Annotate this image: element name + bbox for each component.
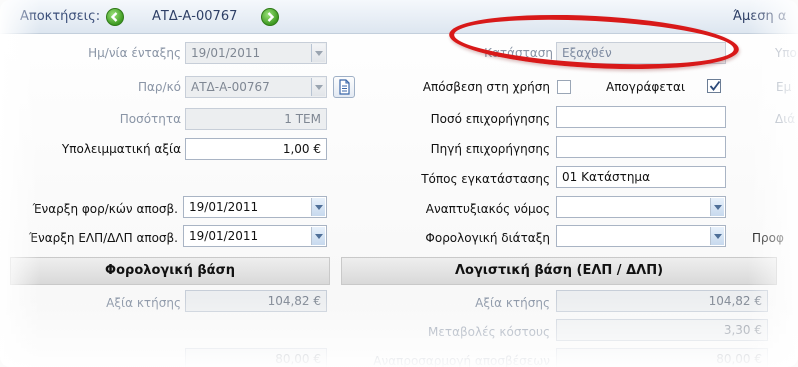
cost-changes-value: 3,30 € (723, 323, 762, 337)
chevron-down-icon[interactable] (311, 227, 325, 245)
back-arrow-button[interactable] (106, 8, 124, 26)
residual-value-label: Υπολειμματική αξία (61, 142, 181, 156)
doc-value: ΑΤΔ-Α-00767 (191, 80, 270, 94)
right-partial-label-3: Διά (775, 112, 796, 126)
listed-checkbox[interactable] (707, 79, 721, 93)
depr-in-use-label: Απόσβεση στη χρήση (422, 80, 550, 94)
install-location-label: Τόπος εγκατάστασης (421, 172, 550, 186)
acc-acquisition-field: 104,82 € (556, 290, 768, 312)
acc-partial-label: Αναπροσαρμογή αποσβέσεων (373, 354, 550, 367)
tax-acquisition-field: 104,82 € (185, 290, 327, 312)
cost-changes-label: Μεταβολές κόστους (428, 325, 550, 339)
right-partial-label-1: Υπο (775, 46, 797, 60)
chevron-down-icon[interactable] (311, 44, 325, 62)
chevron-down-icon[interactable] (311, 198, 325, 216)
chevron-down-icon[interactable] (710, 198, 724, 216)
left-fade (0, 0, 40, 367)
accounting-basis-header: Λογιστική βάση (ΕΛΠ / ΔΛΠ) (341, 257, 777, 285)
tax-depr-start-field[interactable]: 19/01/2011 (183, 196, 327, 218)
acc-acquisition-value: 104,82 € (708, 294, 762, 308)
arrow-left-icon (110, 12, 118, 22)
tax-provision-field[interactable] (556, 225, 726, 247)
chevron-down-icon[interactable] (710, 227, 724, 245)
chevron-down-icon[interactable] (311, 78, 325, 96)
arrow-right-icon (267, 12, 275, 22)
title-label: Αποκτήσεις: (20, 9, 101, 24)
listed-label: Απογράφεται (606, 80, 686, 94)
tax-acquisition-value: 104,82 € (267, 294, 321, 308)
doc-label: Παρ/κό (137, 80, 181, 94)
document-icon (339, 79, 350, 95)
right-partial-label-4: Προφ (752, 231, 784, 245)
residual-value-value: 1,00 € (282, 142, 321, 156)
tax-depr-start-value: 19/01/2011 (189, 200, 259, 214)
tax-depr-start-label: Έναρξη φορ/κών αποσβ. (32, 202, 178, 216)
acc-partial-value: 80,00 € (716, 352, 762, 366)
quantity-value: 1 ΤΕΜ (284, 112, 321, 126)
install-location-field[interactable]: 01 Κατάστημα (556, 166, 726, 188)
grant-source-field[interactable] (556, 136, 726, 158)
quantity-field: 1 ΤΕΜ (185, 108, 327, 130)
checkmark-icon (709, 80, 721, 91)
depr-in-use-checkbox[interactable] (557, 80, 571, 94)
grant-source-label: Πηγή επιχορήγησης (430, 142, 550, 156)
residual-value-field[interactable]: 1,00 € (185, 138, 327, 160)
acc-partial-field: 80,00 € (556, 348, 768, 367)
elp-depr-start-field[interactable]: 19/01/2011 (183, 225, 327, 247)
entry-date-label: Ημ/νία ένταξης (88, 46, 181, 60)
forward-arrow-button[interactable] (261, 8, 279, 26)
acc-acquisition-label: Αξία κτήσης (475, 296, 550, 310)
elp-depr-start-label: Έναρξη ΕΛΠ/ΔΛΠ αποσβ. (29, 231, 178, 245)
entry-date-value: 19/01/2011 (191, 46, 261, 60)
tax-acquisition-label: Αξία κτήσης (106, 296, 181, 310)
entry-date-field[interactable]: 19/01/2011 (185, 42, 327, 64)
tax-provision-label: Φορολογική διάταξη (425, 231, 550, 245)
quantity-label: Ποσότητα (119, 112, 181, 126)
tax-partial-value: 80,00 € (275, 352, 321, 366)
elp-depr-start-value: 19/01/2011 (189, 229, 259, 243)
tax-basis-header: Φορολογική βάση (10, 257, 330, 285)
title-code: ΑΤΔ-Α-00767 (152, 9, 238, 24)
install-location-value: 01 Κατάστημα (562, 170, 650, 184)
dev-law-label: Αναπτυξιακός νόμος (425, 202, 550, 216)
doc-field[interactable]: ΑΤΔ-Α-00767 (185, 76, 327, 98)
asset-window: Αποκτήσεις: ΑΤΔ-Α-00767 Άμεση α Ημ/νία έ… (0, 0, 798, 367)
right-partial-label-2: Εμ (776, 80, 792, 94)
cost-changes-field: 3,30 € (556, 319, 768, 341)
title-right-label: Άμεση α (733, 9, 787, 24)
grant-amount-field[interactable] (556, 106, 726, 128)
dev-law-field[interactable] (556, 196, 726, 218)
tax-partial-field: 80,00 € (185, 348, 327, 367)
open-document-button[interactable] (333, 76, 355, 98)
grant-amount-label: Ποσό επιχορήγησης (430, 112, 550, 126)
